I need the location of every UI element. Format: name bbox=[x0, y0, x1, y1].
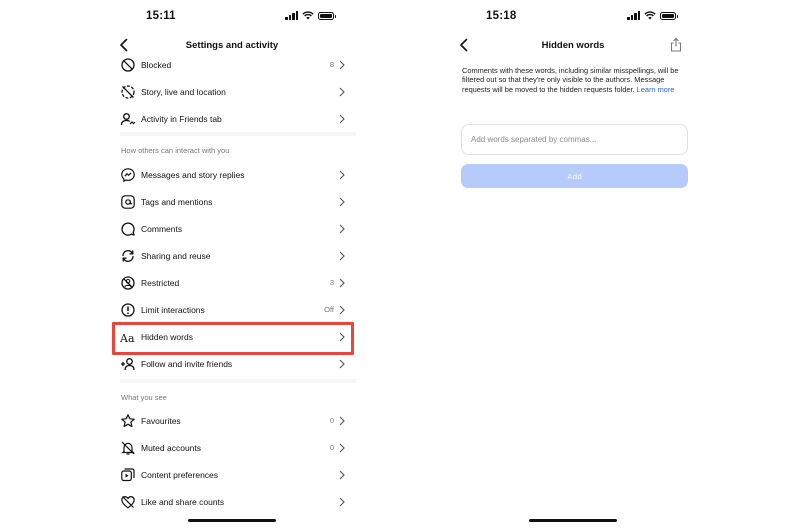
page-title: Settings and activity bbox=[185, 40, 279, 51]
chevron-right-icon bbox=[339, 443, 345, 453]
restricted-icon bbox=[121, 276, 135, 290]
wifi-icon bbox=[644, 11, 656, 20]
chevron-right-icon bbox=[339, 470, 345, 480]
chevron-right-icon bbox=[339, 497, 345, 507]
item-label: Sharing and reuse bbox=[141, 251, 211, 261]
section-header-what-you-see: What you see bbox=[121, 393, 167, 402]
chevron-right-icon bbox=[339, 416, 345, 426]
status-icons bbox=[627, 11, 678, 20]
page-title: Hidden words bbox=[541, 40, 605, 51]
story-off-icon bbox=[121, 85, 135, 99]
settings-item-blocked[interactable]: Blocked 8 bbox=[108, 52, 356, 79]
chevron-right-icon bbox=[339, 197, 345, 207]
block-icon bbox=[121, 58, 135, 72]
home-indicator bbox=[188, 518, 276, 522]
item-value: Off bbox=[324, 305, 334, 314]
item-label: Limit interactions bbox=[141, 305, 205, 315]
status-bar: 15:11 bbox=[108, 8, 356, 26]
settings-item-comments[interactable]: Comments bbox=[108, 216, 356, 243]
item-label: Tags and mentions bbox=[141, 197, 213, 207]
nav-bar: Hidden words bbox=[448, 36, 698, 56]
settings-item-limit-interactions[interactable]: Limit interactions Off bbox=[108, 297, 356, 324]
chevron-right-icon bbox=[339, 87, 345, 97]
status-time: 15:11 bbox=[146, 10, 176, 22]
hidden-words-description: Comments with these words, including sim… bbox=[462, 66, 686, 94]
item-label: Activity in Friends tab bbox=[141, 114, 222, 124]
share-icon[interactable] bbox=[668, 37, 684, 53]
signal-icon bbox=[627, 11, 640, 20]
item-label: Hidden words bbox=[141, 332, 193, 342]
item-label: Favourites bbox=[141, 416, 181, 426]
item-label: Follow and invite friends bbox=[141, 359, 233, 369]
settings-item-content-preferences[interactable]: Content preferences bbox=[108, 462, 356, 489]
chevron-right-icon bbox=[339, 251, 345, 261]
status-icons bbox=[285, 11, 336, 20]
messenger-icon bbox=[121, 168, 135, 183]
section-header-interact: How others can interact with you bbox=[121, 146, 230, 155]
item-label: Story, live and location bbox=[141, 87, 226, 97]
settings-item-muted-accounts[interactable]: Muted accounts 0 bbox=[108, 435, 356, 462]
comment-icon bbox=[121, 222, 135, 236]
chevron-right-icon bbox=[339, 332, 345, 342]
add-button[interactable]: Add bbox=[461, 164, 688, 188]
settings-activity-screen: 15:11 Settings and activity Blocked 8 St… bbox=[108, 0, 356, 528]
chevron-right-icon bbox=[339, 60, 345, 70]
hidden-words-input[interactable] bbox=[462, 125, 687, 154]
settings-item-restricted[interactable]: Restricted 3 bbox=[108, 270, 356, 297]
learn-more-link[interactable]: Learn more bbox=[637, 85, 675, 94]
item-label: Like and share counts bbox=[141, 497, 225, 507]
battery-icon bbox=[660, 11, 678, 20]
chevron-right-icon bbox=[339, 359, 345, 369]
bell-off-icon bbox=[121, 441, 135, 455]
hidden-words-screen: 15:18 Hidden words Comments with these w… bbox=[448, 0, 698, 528]
signal-icon bbox=[285, 11, 298, 20]
section-divider bbox=[120, 132, 356, 136]
item-label: Content preferences bbox=[141, 470, 219, 480]
chevron-right-icon bbox=[339, 170, 345, 180]
limit-icon bbox=[121, 303, 135, 317]
person-activity-icon bbox=[120, 113, 136, 126]
share-reuse-icon bbox=[122, 250, 134, 262]
chevron-right-icon bbox=[339, 305, 345, 315]
chevron-right-icon bbox=[339, 224, 345, 234]
item-label: Restricted bbox=[141, 278, 180, 288]
settings-item-hidden-words[interactable]: Aa Hidden words bbox=[108, 324, 356, 351]
settings-item-activity-friends-tab[interactable]: Activity in Friends tab bbox=[108, 106, 356, 133]
settings-item-favourites[interactable]: Favourites 0 bbox=[108, 408, 356, 435]
chevron-right-icon bbox=[339, 278, 345, 288]
settings-item-follow-invite-friends[interactable]: Follow and invite friends bbox=[108, 351, 356, 378]
heart-off-icon bbox=[121, 495, 135, 509]
chevron-right-icon bbox=[339, 114, 345, 124]
settings-item-messages-story-replies[interactable]: Messages and story replies bbox=[108, 162, 356, 189]
hidden-words-input-box bbox=[461, 124, 688, 155]
wifi-icon bbox=[302, 11, 314, 20]
settings-item-like-share-counts[interactable]: Like and share counts bbox=[108, 489, 356, 516]
settings-item-tags-mentions[interactable]: Tags and mentions bbox=[108, 189, 356, 216]
svg-text:Aa: Aa bbox=[120, 332, 135, 345]
item-value: 0 bbox=[329, 443, 334, 452]
settings-item-sharing-reuse[interactable]: Sharing and reuse bbox=[108, 243, 356, 270]
battery-icon bbox=[318, 11, 336, 20]
item-value: 8 bbox=[329, 60, 334, 69]
content-icon bbox=[121, 468, 135, 482]
status-bar: 15:18 bbox=[448, 8, 698, 26]
item-label: Blocked bbox=[141, 60, 172, 70]
item-value: 0 bbox=[329, 416, 334, 425]
add-person-icon bbox=[121, 358, 135, 371]
status-time: 15:18 bbox=[486, 10, 517, 22]
item-label: Muted accounts bbox=[141, 443, 202, 453]
item-value: 3 bbox=[329, 278, 334, 287]
item-label: Comments bbox=[141, 224, 183, 234]
item-label: Messages and story replies bbox=[141, 170, 245, 180]
at-sign-icon bbox=[121, 195, 135, 209]
text-aa-icon: Aa bbox=[120, 332, 135, 345]
settings-item-story-live-location[interactable]: Story, live and location bbox=[108, 79, 356, 106]
section-divider bbox=[120, 379, 356, 383]
home-indicator bbox=[529, 518, 617, 522]
star-icon bbox=[121, 414, 135, 428]
